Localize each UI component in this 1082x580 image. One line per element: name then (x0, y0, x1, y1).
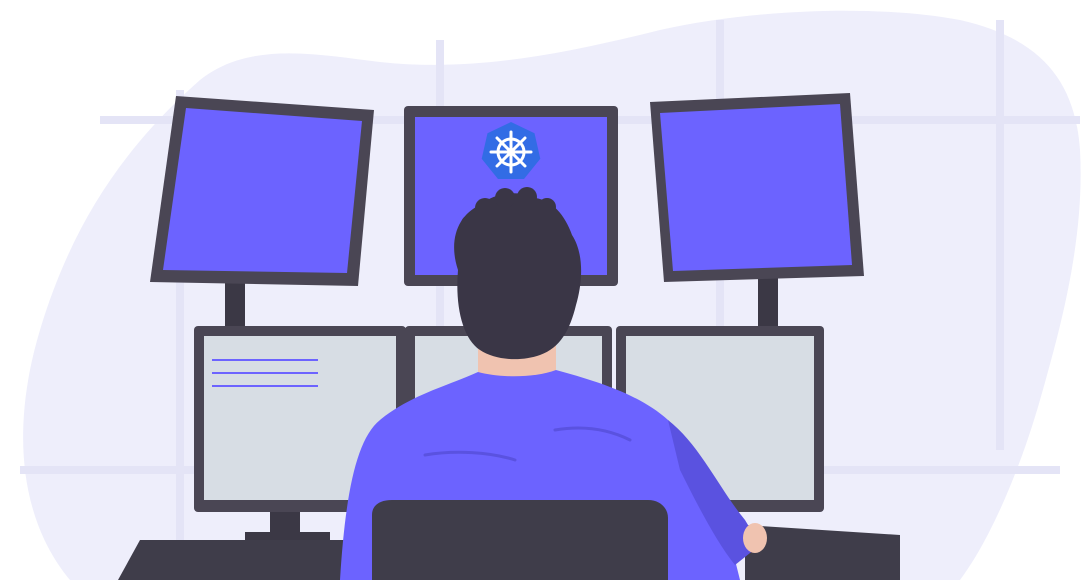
upper-left-screen (163, 108, 362, 273)
upper-right-screen (660, 104, 852, 271)
person-hand (743, 523, 767, 553)
desk (118, 540, 345, 580)
illustration-scene (0, 0, 1082, 580)
workstation-illustration (20, 10, 1081, 580)
office-chair (372, 500, 668, 580)
upper-left-monitor (150, 96, 374, 286)
upper-right-monitor (650, 93, 864, 282)
